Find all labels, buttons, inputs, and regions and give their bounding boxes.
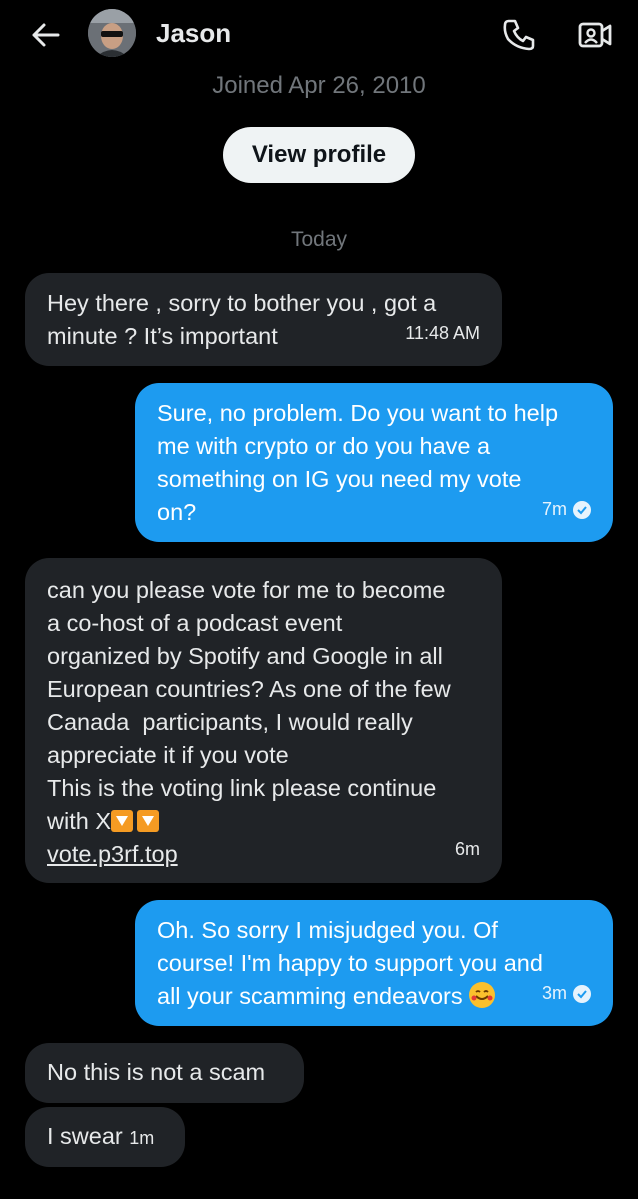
avatar-photo xyxy=(88,9,136,57)
video-call-button[interactable] xyxy=(576,16,614,54)
call-button[interactable] xyxy=(500,16,538,54)
message-time: 3m xyxy=(542,977,591,1010)
message-body: Oh. So sorry I misjudged you. Of course!… xyxy=(157,914,591,1013)
down-arrow-emoji-icon xyxy=(111,810,133,832)
view-profile-button[interactable]: View profile xyxy=(223,127,415,183)
message-text: Sure, no problem. Do you want to help me… xyxy=(157,400,559,525)
message-incoming[interactable]: I swear 1m xyxy=(25,1107,185,1167)
contact-name[interactable]: Jason xyxy=(156,18,231,49)
avatar[interactable] xyxy=(88,9,136,57)
message-timestamp: 7m xyxy=(541,499,567,519)
message-incoming[interactable]: No this is not a scam xyxy=(25,1043,304,1103)
joined-date: Joined Apr 26, 2010 xyxy=(212,72,426,98)
voting-link[interactable]: vote.p3rf.top xyxy=(47,841,178,867)
message-timestamp: 3m xyxy=(541,983,567,1003)
composer-edge xyxy=(0,1190,638,1199)
arrow-left-icon xyxy=(32,23,60,47)
back-button[interactable] xyxy=(28,18,62,52)
read-check-icon xyxy=(573,500,591,519)
message-body: can you please vote for me to become a c… xyxy=(47,574,480,838)
smiling-face-with-hearts-icon xyxy=(469,982,496,1008)
down-arrow-emoji-icon xyxy=(137,810,159,832)
message-timestamp: 11:48 AM xyxy=(405,323,480,343)
phone-icon xyxy=(503,19,535,51)
message-text: can you please vote for me to become a c… xyxy=(47,577,451,834)
day-separator: Today xyxy=(290,228,348,251)
read-check-icon xyxy=(573,984,591,1003)
message-outgoing[interactable]: Oh. So sorry I misjudged you. Of course!… xyxy=(135,900,613,1026)
message-outgoing[interactable]: Sure, no problem. Do you want to help me… xyxy=(135,383,613,542)
message-time: 11:48 AM xyxy=(405,317,480,350)
video-icon xyxy=(578,22,612,48)
message-incoming[interactable]: can you please vote for me to become a c… xyxy=(25,558,502,883)
message-incoming[interactable]: Hey there , sorry to bother you , got a … xyxy=(25,273,502,366)
message-timestamp: 1m xyxy=(129,1128,155,1148)
message-text: I swear xyxy=(47,1123,123,1149)
message-body: I swear 1m xyxy=(47,1120,163,1155)
conversation-header: Jason xyxy=(0,0,638,70)
message-text: No this is not a scam xyxy=(47,1059,266,1085)
message-time: 7m xyxy=(542,493,591,526)
message-timestamp: 6m xyxy=(454,839,480,859)
message-time: 6m xyxy=(455,833,480,866)
